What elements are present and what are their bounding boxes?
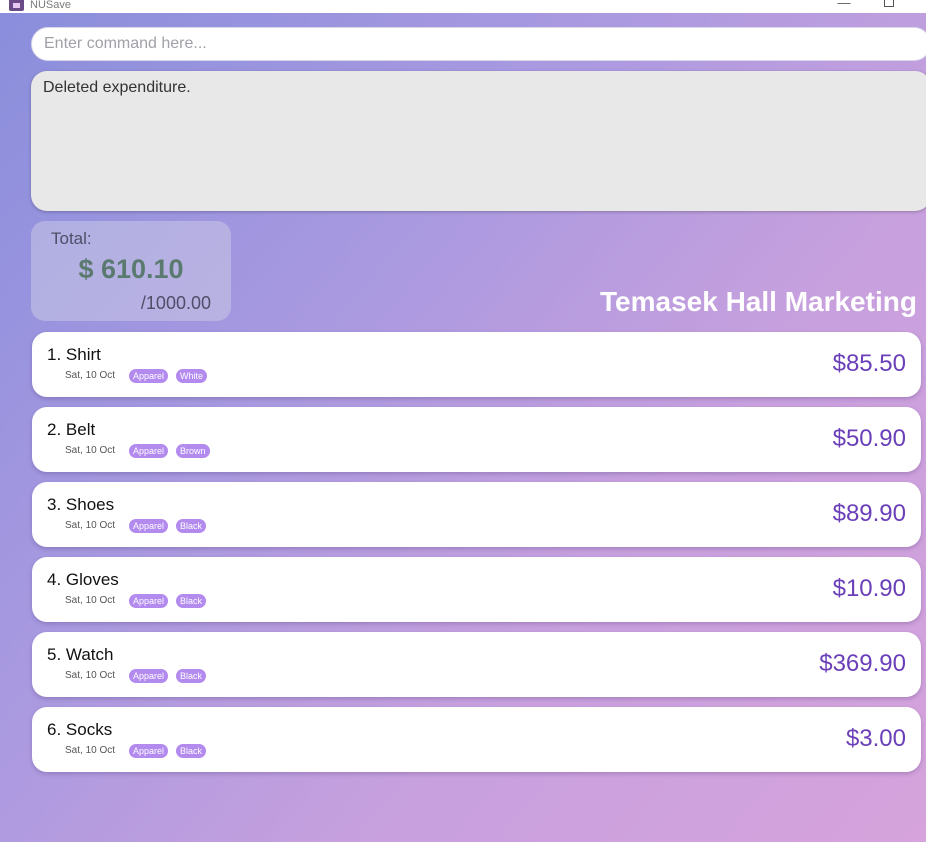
- minimize-button[interactable]: —: [834, 0, 854, 11]
- expenditure-tag: Black: [176, 669, 207, 683]
- expenditure-card[interactable]: 2. Belt Sat, 10 Oct Apparel Brown $50.90: [32, 407, 921, 472]
- expenditure-date: Sat, 10 Oct: [65, 520, 116, 531]
- total-card: Total: $ 610.10 /1000.00: [31, 221, 231, 321]
- expenditure-price: $3.00: [845, 725, 906, 752]
- expenditure-date: Sat, 10 Oct: [65, 670, 116, 681]
- expenditure-card[interactable]: 5. Watch Sat, 10 Oct Apparel Black $369.…: [32, 632, 921, 697]
- expenditure-tag: Black: [176, 594, 207, 608]
- expenditure-tag: Brown: [176, 444, 210, 458]
- result-message: Deleted expenditure.: [43, 79, 191, 96]
- expenditure-price: $85.50: [832, 350, 906, 377]
- title-bar: NUSave —: [0, 0, 926, 13]
- app-icon: [9, 0, 24, 11]
- expenditure-tag: Apparel: [129, 669, 169, 683]
- expenditure-price: $89.90: [832, 500, 906, 527]
- expenditure-tag: White: [176, 369, 208, 383]
- expenditure-date: Sat, 10 Oct: [65, 745, 116, 756]
- expenditure-card[interactable]: 1. Shirt Sat, 10 Oct Apparel White $85.5…: [32, 332, 921, 397]
- total-amount: $ 610.10: [78, 254, 184, 284]
- window-title: NUSave: [30, 0, 71, 11]
- command-input[interactable]: [31, 27, 926, 61]
- expenditure-tag: Black: [176, 519, 207, 533]
- expenditure-date: Sat, 10 Oct: [65, 595, 116, 606]
- expenditure-name: 3. Shoes: [47, 495, 115, 514]
- expenditure-price: $10.90: [832, 575, 906, 602]
- result-display: Deleted expenditure.: [31, 71, 926, 211]
- expenditure-card[interactable]: 6. Socks Sat, 10 Oct Apparel Black $3.00: [32, 707, 921, 772]
- expenditure-name: 5. Watch: [47, 645, 114, 664]
- expenditure-name: 1. Shirt: [47, 345, 101, 364]
- expenditure-price: $369.90: [819, 650, 906, 677]
- maximize-icon: [884, 0, 894, 7]
- expenditure-price: $50.90: [832, 425, 906, 452]
- expenditure-name: 2. Belt: [47, 420, 96, 439]
- total-budget: /1000.00: [140, 293, 211, 313]
- expenditure-card[interactable]: 4. Gloves Sat, 10 Oct Apparel Black $10.…: [32, 557, 921, 622]
- expenditure-name: 4. Gloves: [47, 570, 119, 589]
- expenditure-date: Sat, 10 Oct: [65, 445, 116, 456]
- expenditure-card[interactable]: 3. Shoes Sat, 10 Oct Apparel Black $89.9…: [32, 482, 921, 547]
- expenditure-name: 6. Socks: [47, 720, 113, 739]
- total-label: Total:: [51, 229, 92, 248]
- expenditure-tag: Black: [176, 744, 207, 758]
- expenditure-tag: Apparel: [129, 519, 169, 533]
- account-name: Temasek Hall Marketing: [600, 286, 917, 317]
- expenditure-date: Sat, 10 Oct: [65, 370, 116, 381]
- expenditure-tag: Apparel: [129, 369, 169, 383]
- expenditure-tag: Apparel: [129, 594, 169, 608]
- main-window: Deleted expenditure. Total: $ 610.10 /10…: [0, 13, 926, 842]
- maximize-button[interactable]: [879, 0, 899, 11]
- expenditure-tag: Apparel: [129, 744, 169, 758]
- expenditure-tag: Apparel: [129, 444, 169, 458]
